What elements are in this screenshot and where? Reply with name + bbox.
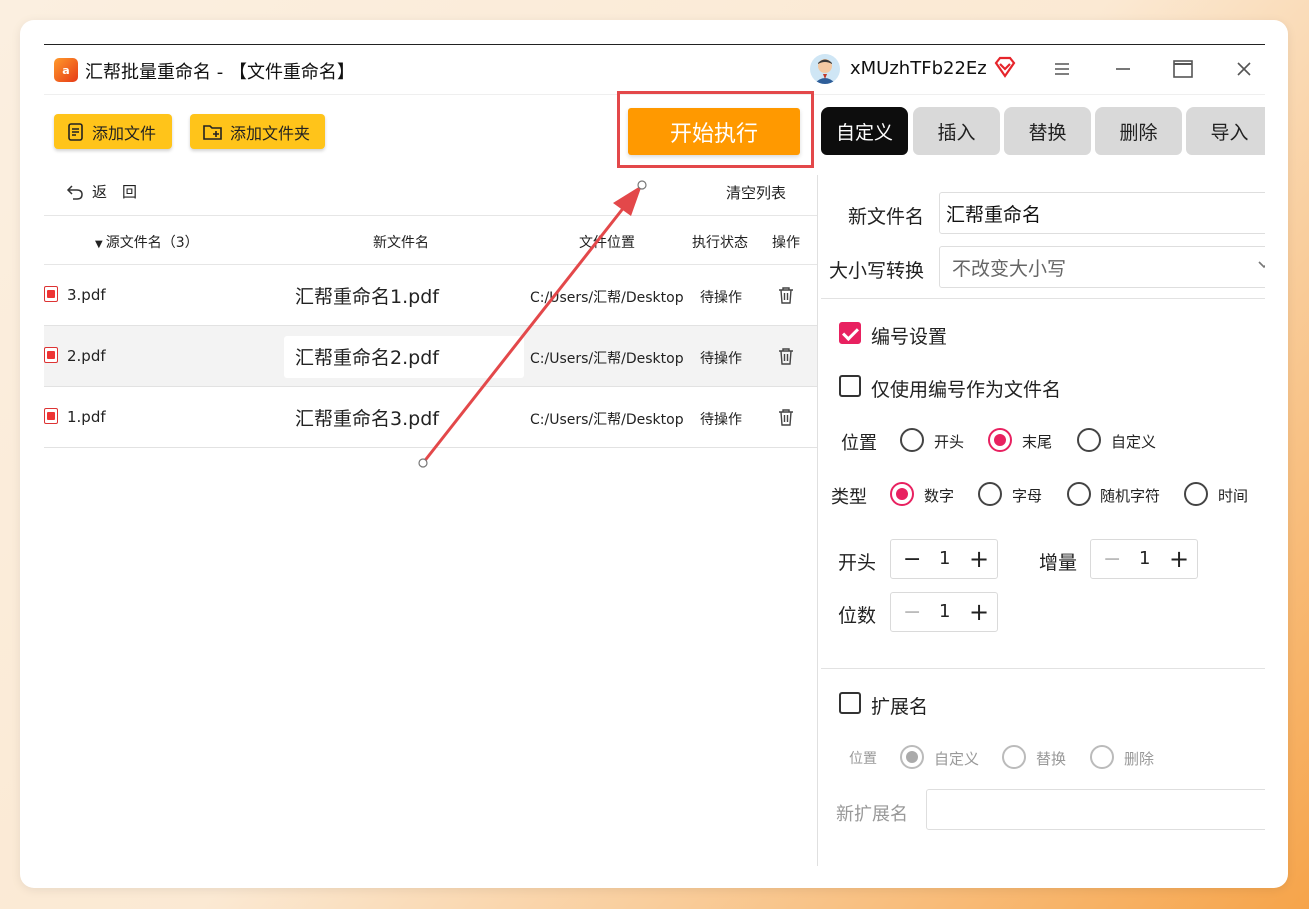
annotation-arrow: [418, 180, 647, 468]
